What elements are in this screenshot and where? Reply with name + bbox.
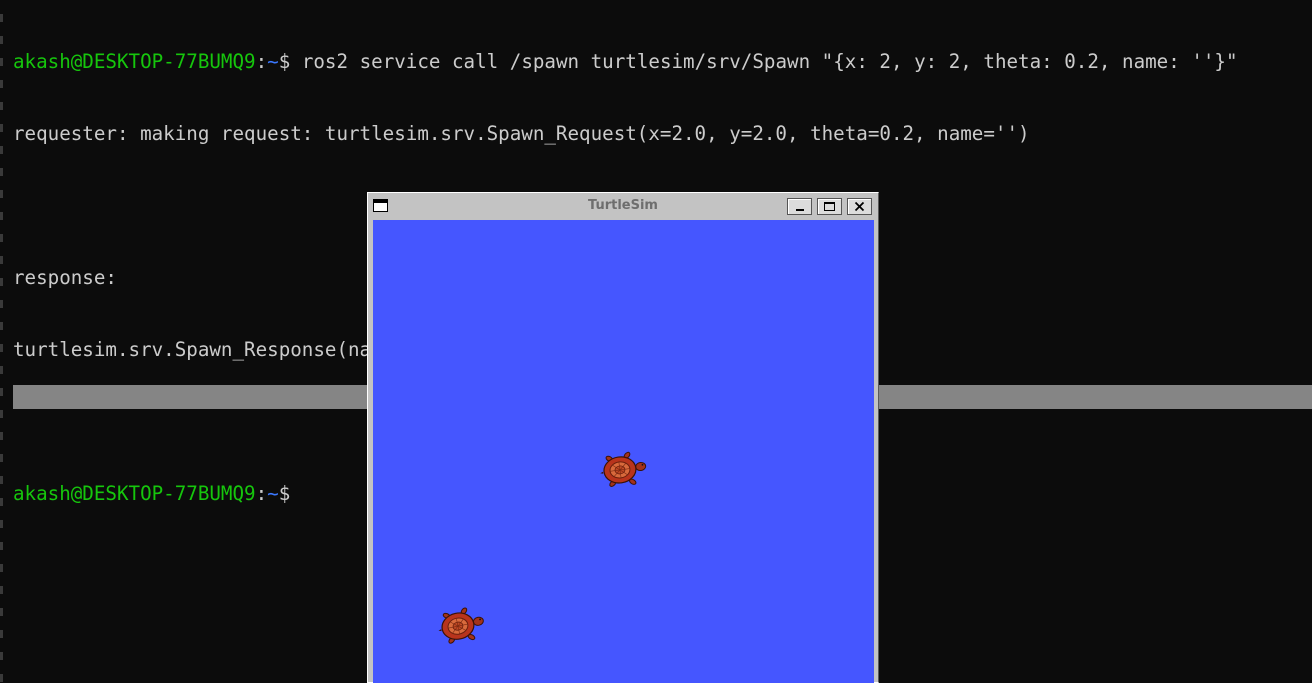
terminal-line-command: akash@DESKTOP-77BUMQ9:~$ ros2 service ca… (13, 50, 1238, 74)
turtle-icon (600, 451, 647, 487)
desktop-screen: akash@DESKTOP-77BUMQ9:~$ ros2 service ca… (0, 0, 1312, 683)
turtlesim-titlebar[interactable]: TurtleSim (368, 193, 878, 219)
turtlesim-window[interactable]: TurtleSim (367, 192, 879, 683)
prompt-path: ~ (267, 482, 279, 505)
prompt-colon: : (255, 482, 268, 505)
prompt-path: ~ (267, 50, 279, 73)
minimize-icon (796, 209, 804, 211)
prompt-char: $ (278, 50, 291, 73)
prompt-char: $ (278, 482, 291, 505)
turtlesim-canvas[interactable] (373, 220, 874, 683)
prompt-user-host: akash@DESKTOP-77BUMQ9 (13, 482, 256, 505)
system-menu-icon[interactable] (373, 199, 388, 212)
background-window-bar (13, 385, 369, 409)
prompt-colon: : (255, 50, 268, 73)
maximize-icon (824, 202, 835, 211)
background-window-bar (877, 385, 1312, 409)
prompt-user-host: akash@DESKTOP-77BUMQ9 (13, 50, 256, 73)
turtle-icon (438, 607, 484, 644)
command-text: ros2 service call /spawn turtlesim/srv/S… (290, 50, 1238, 73)
window-edge-strip (0, 0, 3, 683)
close-button[interactable] (847, 198, 872, 215)
maximize-button[interactable] (817, 198, 842, 215)
minimize-button[interactable] (787, 198, 812, 215)
close-icon (854, 201, 865, 212)
terminal-line-request: requester: making request: turtlesim.srv… (13, 122, 1030, 145)
